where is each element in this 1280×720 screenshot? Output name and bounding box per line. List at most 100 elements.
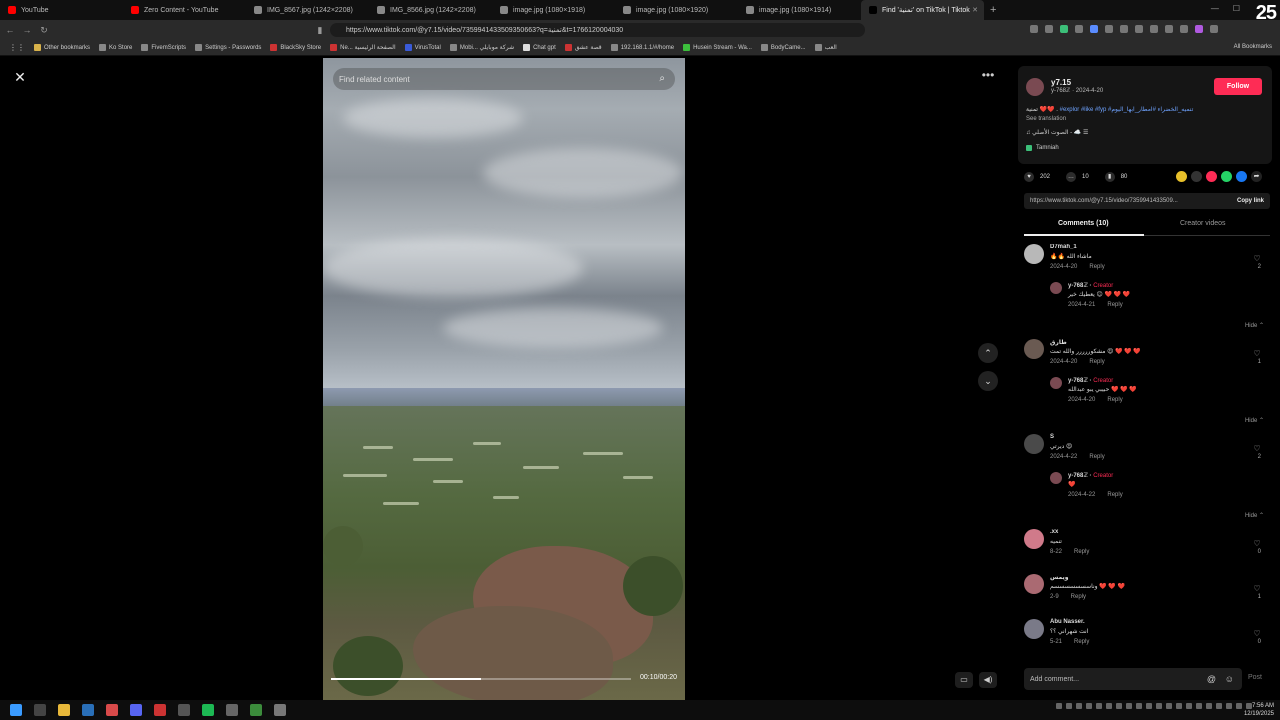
see-translation-link[interactable]: See translation xyxy=(1026,116,1066,122)
comment-like-icon[interactable]: ♡ xyxy=(1252,254,1262,263)
commenter-avatar[interactable] xyxy=(1024,244,1044,264)
browser-tab[interactable]: image.jpg (1080×1914) xyxy=(738,0,861,20)
browser-tab[interactable]: IMG_8566.jpg (1242×2208) xyxy=(369,0,492,20)
reply-avatar[interactable] xyxy=(1050,472,1062,484)
bookmark-item[interactable]: BlackSky Store xyxy=(270,44,321,51)
steam-icon[interactable] xyxy=(82,704,94,716)
settings-icon[interactable] xyxy=(226,704,238,716)
commenter-name[interactable]: ويمس xyxy=(1050,574,1069,581)
browser-tab[interactable]: image.jpg (1080×1918) xyxy=(492,0,615,20)
reply-button[interactable]: Reply xyxy=(1074,549,1089,555)
mention-icon[interactable]: @ xyxy=(1207,674,1216,684)
more-options-icon[interactable]: ••• xyxy=(978,69,998,84)
browser-tab[interactable]: IMG_8567.jpg (1242×2208) xyxy=(246,0,369,20)
extension-icon[interactable] xyxy=(1060,25,1068,33)
bookmark-item[interactable]: Chat gpt xyxy=(523,44,556,51)
commenter-name[interactable]: Abu Nasser. xyxy=(1050,619,1085,625)
commenter-name[interactable]: S xyxy=(1050,434,1054,440)
commenter-avatar[interactable] xyxy=(1024,574,1044,594)
download-icon[interactable] xyxy=(1120,25,1128,33)
menu-icon[interactable] xyxy=(1210,25,1218,33)
tab-comments[interactable]: Comments (10) xyxy=(1058,220,1109,227)
hide-replies-button[interactable]: Hide ⌃ xyxy=(1245,322,1264,329)
whatsapp-icon[interactable] xyxy=(1221,171,1232,182)
reply-author[interactable]: y-768ℤ · Creator xyxy=(1068,282,1113,289)
reply-button[interactable]: Reply xyxy=(1107,397,1122,403)
reply-button[interactable]: Reply xyxy=(1089,264,1104,270)
bookmark-item[interactable]: VirusTotal xyxy=(404,44,441,51)
facebook-icon[interactable] xyxy=(1236,171,1247,182)
repost-icon[interactable] xyxy=(1176,171,1187,182)
author-avatar[interactable] xyxy=(1026,78,1044,96)
extension-icon[interactable] xyxy=(1030,25,1038,33)
browser-tab[interactable]: Zero Content - YouTube xyxy=(123,0,246,20)
tab-close-icon[interactable]: ✕ xyxy=(972,6,978,14)
app-icon[interactable] xyxy=(250,704,262,716)
spotify-icon[interactable] xyxy=(202,704,214,716)
app-icon[interactable] xyxy=(106,704,118,716)
apps-icon[interactable]: ⋮⋮ xyxy=(9,43,25,52)
bookmark-icon[interactable]: ▮ xyxy=(313,25,327,36)
extension-icon[interactable] xyxy=(1165,25,1173,33)
chevron-up-icon[interactable]: ⌃ xyxy=(978,343,998,363)
send-icon[interactable] xyxy=(1206,171,1217,182)
app-icon[interactable] xyxy=(274,704,286,716)
discord-icon[interactable] xyxy=(130,704,142,716)
video-player[interactable]: Find related content ⌕ 00:10/00:20 xyxy=(323,58,685,700)
commenter-name[interactable]: .xx xyxy=(1050,529,1058,535)
reply-button[interactable]: Reply xyxy=(1107,492,1122,498)
reply-button[interactable]: Reply xyxy=(1071,594,1086,600)
reply-button[interactable]: Reply xyxy=(1089,359,1104,365)
app-icon[interactable] xyxy=(154,704,166,716)
playlist-link[interactable]: Tamniah xyxy=(1026,145,1059,151)
tab-creator-videos[interactable]: Creator videos xyxy=(1180,220,1226,227)
share-arrow-icon[interactable]: ➦ xyxy=(1251,171,1262,182)
file-explorer-icon[interactable] xyxy=(58,704,70,716)
related-search-bar[interactable]: Find related content ⌕ xyxy=(333,68,675,90)
like-icon[interactable]: ♥ xyxy=(1024,172,1034,182)
bookmark-item[interactable]: 192.168.1.1/#/home xyxy=(610,44,674,51)
author-username[interactable]: y7.15 xyxy=(1051,78,1071,87)
search-icon[interactable] xyxy=(34,704,46,716)
bookmark-item[interactable]: Mobi... شركة موبايلي xyxy=(449,44,514,51)
hide-replies-button[interactable]: Hide ⌃ xyxy=(1245,417,1264,424)
reply-button[interactable]: Reply xyxy=(1089,454,1104,460)
extension-icon[interactable] xyxy=(1135,25,1143,33)
comment-like-icon[interactable]: ♡ xyxy=(1252,584,1262,593)
close-icon[interactable]: ✕ xyxy=(10,67,30,87)
all-bookmarks-button[interactable]: All Bookmarks xyxy=(1234,44,1272,50)
extension-icon[interactable] xyxy=(1045,25,1053,33)
commenter-avatar[interactable] xyxy=(1024,529,1044,549)
reload-icon[interactable]: ↻ xyxy=(37,25,51,36)
emoji-icon[interactable]: ☺ xyxy=(1225,674,1234,684)
caption-hashtags[interactable]: #explor #like #fyp xyxy=(1060,107,1107,113)
video-progress-bar[interactable] xyxy=(331,678,631,680)
volume-icon[interactable]: ◀) xyxy=(979,672,997,688)
reply-author[interactable]: y-768ℤ · Creator xyxy=(1068,377,1113,384)
hide-replies-button[interactable]: Hide ⌃ xyxy=(1245,512,1264,519)
post-button[interactable]: Post xyxy=(1248,674,1262,681)
add-comment-input[interactable]: Add comment... @ ☺ xyxy=(1024,668,1242,690)
url-bar[interactable]: https://www.tiktok.com/@y7.15/video/7359… xyxy=(330,23,865,37)
floating-player-icon[interactable]: ▭ xyxy=(955,672,973,688)
commenter-avatar[interactable] xyxy=(1024,434,1044,454)
reply-avatar[interactable] xyxy=(1050,377,1062,389)
comment-like-icon[interactable]: ♡ xyxy=(1252,349,1262,358)
commenter-name[interactable]: طارق xyxy=(1050,339,1067,346)
chrome-icon[interactable] xyxy=(178,704,190,716)
profile-icon[interactable] xyxy=(1195,25,1203,33)
forward-icon[interactable]: → xyxy=(20,25,34,35)
follow-button[interactable]: Follow xyxy=(1214,78,1262,95)
comment-like-icon[interactable]: ♡ xyxy=(1252,539,1262,548)
new-tab-button[interactable]: + xyxy=(990,4,996,16)
bookmark-item[interactable]: Settings - Passwords xyxy=(195,44,261,51)
browser-tab[interactable]: image.jpg (1080×1920) xyxy=(615,0,738,20)
comment-like-icon[interactable]: ♡ xyxy=(1252,444,1262,453)
reply-author[interactable]: y-768ℤ · Creator xyxy=(1068,472,1113,479)
browser-tab[interactable]: Find 'تمنية' on TikTok | Tiktok ✕ xyxy=(861,0,984,20)
commenter-avatar[interactable] xyxy=(1024,339,1044,359)
bookmark-item[interactable]: Ko Store xyxy=(99,44,132,51)
bookmark-item[interactable]: Ne... الصفحة الرئيسية xyxy=(330,44,396,51)
clock[interactable]: 7:56 AM 12/19/2025 xyxy=(1244,702,1274,718)
commenter-avatar[interactable] xyxy=(1024,619,1044,639)
